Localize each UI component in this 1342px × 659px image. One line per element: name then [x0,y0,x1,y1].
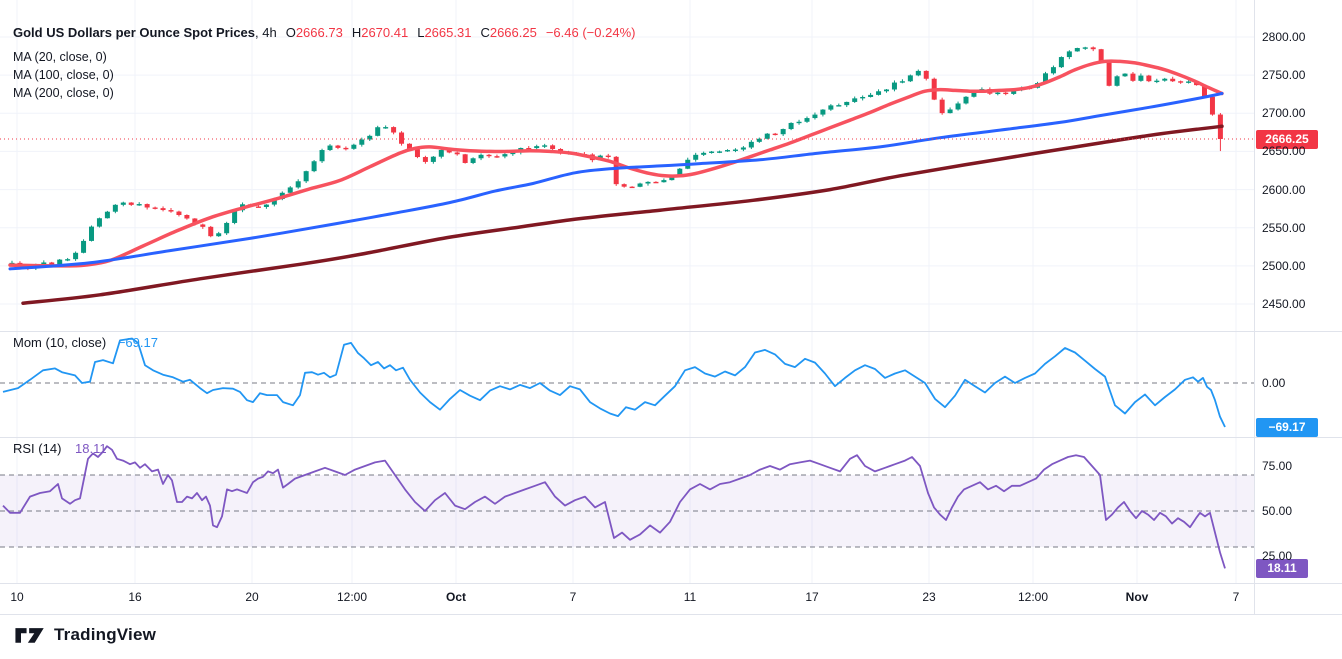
tradingview-logo[interactable]: TradingView [13,623,156,647]
rsi-legend[interactable]: RSI (14) 18.11 [13,441,107,457]
symbol-title: Gold US Dollars per Ounce Spot Prices [13,25,255,40]
change-value: −6.46 (−0.24%) [546,25,636,40]
time-tick-label: 7 [570,590,577,604]
time-tick-label: 23 [922,590,935,604]
time-tick-label: 12:00 [1018,590,1048,604]
time-tick-label: 11 [684,590,696,604]
low-value: 2665.31 [424,25,471,40]
close-label: C [480,25,489,40]
ma200-line [23,126,1222,303]
close-value: 2666.25 [490,25,537,40]
momentum-label: Mom (10, close) [13,335,106,350]
rsi-value-badge: 18.11 [1256,559,1308,578]
rsi-value: 18.11 [75,441,107,456]
rsi-label: RSI (14) [13,441,61,456]
open-label: O [286,25,296,40]
time-tick-label: 10 [10,590,23,604]
high-value: 2670.41 [361,25,408,40]
open-value: 2666.73 [296,25,343,40]
time-tick-label: 16 [128,590,141,604]
ma20-line [10,61,1222,266]
time-axis[interactable]: 10 16 20 12:00 Oct 7 11 17 23 12:00 Nov 7 [0,583,1254,614]
ma20-legend[interactable]: MA (20, close, 0) [13,49,107,65]
chart-canvas[interactable] [0,0,1342,659]
tradingview-logo-text: TradingView [54,625,156,645]
trading-chart-widget: Gold US Dollars per Ounce Spot Prices, 4… [0,0,1342,659]
momentum-legend[interactable]: Mom (10, close) −69.17 [13,335,158,351]
symbol-legend[interactable]: Gold US Dollars per Ounce Spot Prices, 4… [13,25,635,41]
momentum-value: −69.17 [118,335,158,350]
time-tick-label: Oct [446,590,466,604]
high-label: H [352,25,361,40]
symbol-timeframe: , 4h [255,25,277,40]
time-tick-label: Nov [1126,590,1149,604]
time-tick-label: 12:00 [337,590,367,604]
ma200-legend[interactable]: MA (200, close, 0) [13,85,114,101]
ma100-legend[interactable]: MA (100, close, 0) [13,67,114,83]
momentum-pane [0,339,1254,428]
tradingview-logo-icon [13,623,47,647]
time-tick-label: 17 [805,590,818,604]
time-tick-label: 20 [245,590,258,604]
momentum-value-badge: −69.17 [1256,418,1318,437]
time-tick-label: 7 [1233,590,1240,604]
rsi-pane [0,446,1254,568]
last-price-badge: 2666.25 [1256,130,1318,149]
candlestick-series [10,46,1223,270]
